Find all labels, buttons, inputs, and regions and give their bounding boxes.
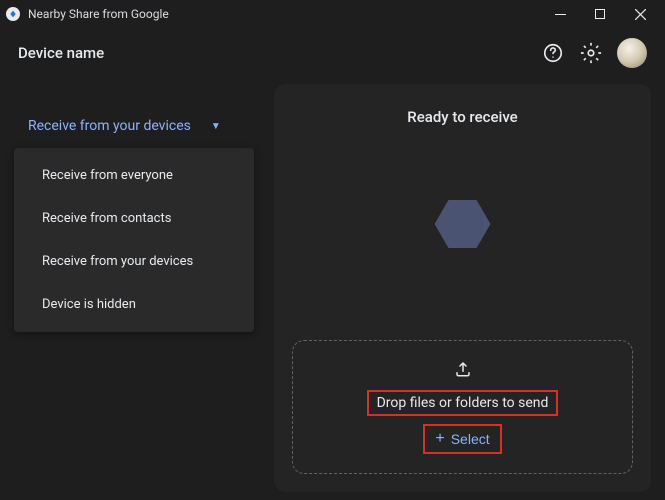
- hexagon-icon: [435, 200, 491, 248]
- dropdown-label: Receive from your devices: [28, 118, 191, 134]
- gear-icon[interactable]: [579, 41, 603, 65]
- menu-item-everyone[interactable]: Receive from everyone: [14, 154, 254, 197]
- select-label: Select: [451, 431, 490, 447]
- window-controls: [551, 5, 659, 23]
- hexagon-placeholder: [435, 200, 491, 248]
- minimize-button[interactable]: [551, 5, 569, 23]
- titlebar-title: Nearby Share from Google: [28, 7, 551, 21]
- menu-item-contacts[interactable]: Receive from contacts: [14, 197, 254, 240]
- visibility-dropdown[interactable]: Receive from your devices ▼: [14, 112, 254, 140]
- close-button[interactable]: [631, 5, 649, 23]
- header-actions: [541, 38, 647, 68]
- plus-icon: +: [435, 430, 444, 448]
- upload-icon: [454, 360, 472, 382]
- visibility-menu: Receive from everyone Receive from conta…: [14, 148, 254, 332]
- content: Receive from your devices ▼ Receive from…: [0, 84, 665, 492]
- menu-item-hidden[interactable]: Device is hidden: [14, 283, 254, 326]
- avatar[interactable]: [617, 38, 647, 68]
- help-icon[interactable]: [541, 41, 565, 65]
- ready-title: Ready to receive: [407, 108, 517, 126]
- header: Device name: [0, 28, 665, 84]
- menu-item-your-devices[interactable]: Receive from your devices: [14, 240, 254, 283]
- drop-text: Drop files or folders to send: [367, 390, 559, 416]
- chevron-down-icon: ▼: [211, 121, 221, 132]
- left-panel: Receive from your devices ▼ Receive from…: [14, 84, 254, 492]
- main-panel: Ready to receive Drop files or folders t…: [274, 84, 651, 492]
- select-button[interactable]: + Select: [423, 424, 501, 454]
- maximize-button[interactable]: [591, 5, 609, 23]
- titlebar: Nearby Share from Google: [0, 0, 665, 28]
- app-icon: [6, 7, 20, 21]
- drop-zone[interactable]: Drop files or folders to send + Select: [292, 340, 633, 474]
- device-name-label: Device name: [18, 44, 541, 62]
